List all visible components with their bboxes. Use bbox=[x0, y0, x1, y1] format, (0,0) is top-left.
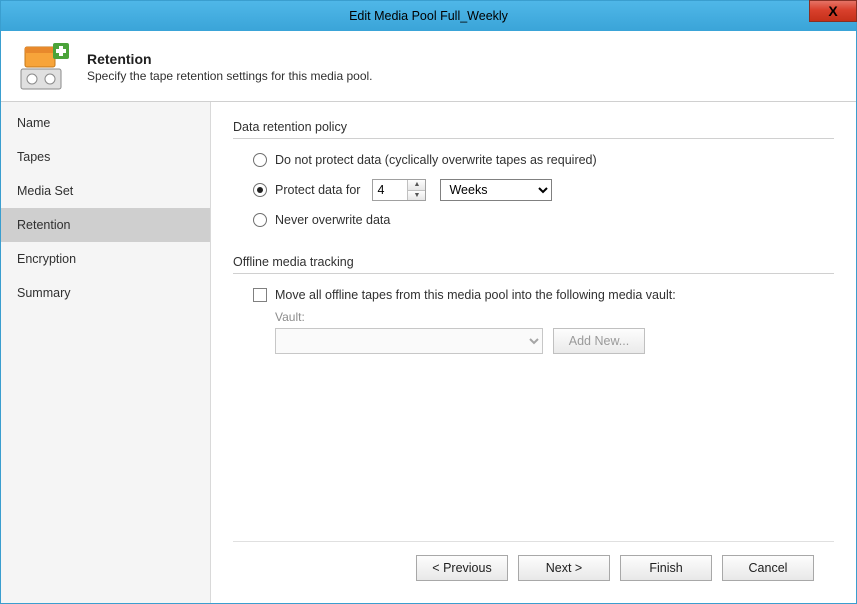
footer-buttons: < Previous Next > Finish Cancel bbox=[233, 541, 834, 593]
spinner-up-button[interactable]: ▲ bbox=[408, 180, 425, 190]
titlebar: Edit Media Pool Full_Weekly X bbox=[1, 1, 856, 31]
duration-unit-select[interactable]: Weeks bbox=[440, 179, 552, 201]
page-title: Retention bbox=[87, 51, 373, 67]
dialog-window: Edit Media Pool Full_Weekly X Retention … bbox=[0, 0, 857, 604]
window-title: Edit Media Pool Full_Weekly bbox=[349, 9, 508, 23]
sidebar-item-media-set[interactable]: Media Set bbox=[1, 174, 210, 208]
content-pane: Data retention policy Do not protect dat… bbox=[211, 102, 856, 603]
content-spacer bbox=[233, 374, 834, 541]
radio-label-never: Never overwrite data bbox=[275, 213, 390, 227]
offline-group: Offline media tracking Move all offline … bbox=[233, 255, 834, 354]
close-button[interactable]: X bbox=[809, 0, 857, 22]
spinner-arrows: ▲ ▼ bbox=[407, 180, 425, 200]
check-row-move-offline[interactable]: Move all offline tapes from this media p… bbox=[233, 284, 834, 310]
duration-spinner[interactable]: ▲ ▼ bbox=[372, 179, 426, 201]
retention-group: Data retention policy Do not protect dat… bbox=[233, 120, 834, 235]
sidebar-item-tapes[interactable]: Tapes bbox=[1, 140, 210, 174]
radio-row-no-protect[interactable]: Do not protect data (cyclically overwrit… bbox=[233, 149, 834, 175]
body: Name Tapes Media Set Retention Encryptio… bbox=[1, 101, 856, 603]
retention-group-label: Data retention policy bbox=[233, 120, 834, 139]
duration-input[interactable] bbox=[373, 180, 407, 200]
vault-select[interactable] bbox=[275, 328, 543, 354]
sidebar-item-summary[interactable]: Summary bbox=[1, 276, 210, 310]
checkbox-label-move-offline: Move all offline tapes from this media p… bbox=[275, 288, 676, 302]
sidebar-item-retention[interactable]: Retention bbox=[1, 208, 210, 242]
finish-button[interactable]: Finish bbox=[620, 555, 712, 581]
checkbox-move-offline[interactable] bbox=[253, 288, 267, 302]
offline-group-label: Offline media tracking bbox=[233, 255, 834, 274]
radio-row-protect-for[interactable]: Protect data for ▲ ▼ Weeks bbox=[233, 175, 834, 209]
radio-label-protect-for: Protect data for bbox=[275, 183, 360, 197]
radio-no-protect[interactable] bbox=[253, 153, 267, 167]
spinner-down-button[interactable]: ▼ bbox=[408, 190, 425, 201]
add-new-button[interactable]: Add New... bbox=[553, 328, 645, 354]
header-text: Retention Specify the tape retention set… bbox=[87, 51, 373, 83]
close-icon: X bbox=[828, 4, 837, 18]
vault-section: Vault: Add New... bbox=[233, 310, 834, 354]
next-button[interactable]: Next > bbox=[518, 555, 610, 581]
retention-icon bbox=[19, 41, 71, 93]
page-header: Retention Specify the tape retention set… bbox=[1, 31, 856, 101]
vault-row: Add New... bbox=[275, 328, 834, 354]
previous-button[interactable]: < Previous bbox=[416, 555, 508, 581]
sidebar-item-name[interactable]: Name bbox=[1, 106, 210, 140]
radio-label-no-protect: Do not protect data (cyclically overwrit… bbox=[275, 153, 597, 167]
radio-never[interactable] bbox=[253, 213, 267, 227]
radio-protect-for[interactable] bbox=[253, 183, 267, 197]
radio-row-never[interactable]: Never overwrite data bbox=[233, 209, 834, 235]
vault-label: Vault: bbox=[275, 310, 834, 324]
sidebar-item-encryption[interactable]: Encryption bbox=[1, 242, 210, 276]
page-subtitle: Specify the tape retention settings for … bbox=[87, 69, 373, 83]
cancel-button[interactable]: Cancel bbox=[722, 555, 814, 581]
sidebar: Name Tapes Media Set Retention Encryptio… bbox=[1, 102, 211, 603]
